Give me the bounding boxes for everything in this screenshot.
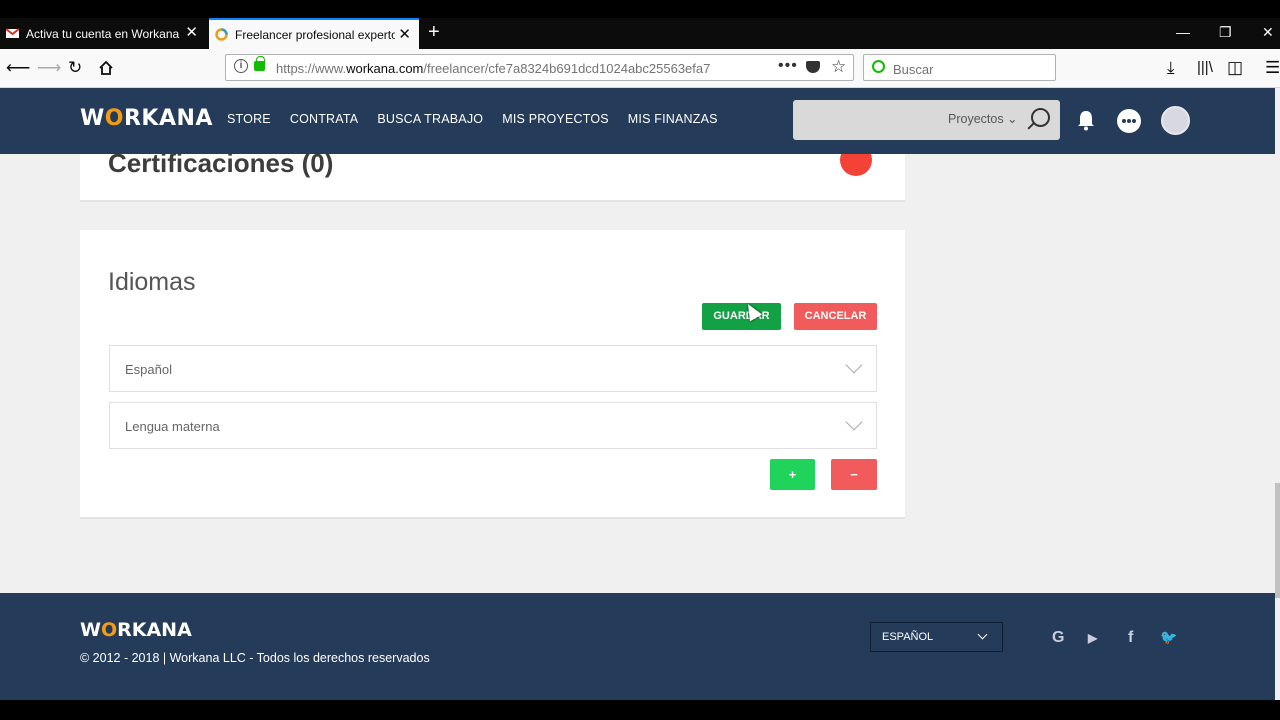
lock-icon[interactable] <box>254 56 265 71</box>
site-header: WORKANA STORE CONTRATA BUSCA TRABAJO MIS… <box>0 88 1275 154</box>
window-close-icon[interactable]: ✕ <box>1262 24 1274 41</box>
scrollbar-thumb[interactable] <box>1275 483 1280 598</box>
close-tab-icon[interactable]: ✕ <box>398 27 411 42</box>
workana-favicon-icon <box>215 28 228 41</box>
nav-mis-finanzas[interactable]: MIS FINANZAS <box>628 112 718 126</box>
nav-store[interactable]: STORE <box>227 112 271 126</box>
search-category-dropdown[interactable]: Proyectos ⌄ <box>948 111 1018 126</box>
url-bar[interactable]: i https://www.workana.com/freelancer/cfe… <box>225 54 854 81</box>
twitter-icon[interactable]: 🐦 <box>1160 629 1177 646</box>
page-actions-icon[interactable]: ••• <box>778 57 798 75</box>
facebook-icon[interactable]: f <box>1128 629 1133 647</box>
library-icon[interactable]: |||\ <box>1197 59 1213 76</box>
workana-logo[interactable]: WORKANA <box>80 106 213 131</box>
back-icon[interactable]: ⟵ <box>6 59 30 76</box>
languages-card: Idiomas GUARDAR CANCELAR Español Lengua … <box>80 230 905 519</box>
restore-icon[interactable]: ❐ <box>1219 24 1232 41</box>
language-value: Español <box>125 362 172 377</box>
footer-logo[interactable]: WORKANA <box>80 619 192 641</box>
sidebar-icon[interactable]: ◫ <box>1227 59 1243 76</box>
copyright-text: © 2012 - 2018 | Workana LLC - Todos los … <box>80 651 430 665</box>
search-input[interactable]: Buscar <box>863 54 1056 81</box>
footer-language-select[interactable]: ESPAÑOL <box>870 622 1003 652</box>
avatar[interactable] <box>1161 106 1190 135</box>
certifications-title: Certificaciones (0) <box>108 154 334 178</box>
edit-certifications-button[interactable] <box>840 154 872 176</box>
cancel-button[interactable]: CANCELAR <box>794 303 877 330</box>
screen: Activa tu cuenta en Workana ✕ Freelancer… <box>0 0 1280 720</box>
chevron-down-icon <box>977 629 988 640</box>
minimize-icon[interactable]: — <box>1176 24 1190 40</box>
workana-page: WORKANA STORE CONTRATA BUSCA TRABAJO MIS… <box>0 88 1280 700</box>
tab-label: Activa tu cuenta en Workana <box>26 26 180 41</box>
search-placeholder: Buscar <box>893 62 934 77</box>
google-icon[interactable]: G <box>1052 629 1064 647</box>
youtube-icon[interactable]: ▶ <box>1088 631 1097 645</box>
footer-language-value: ESPAÑOL <box>882 631 934 643</box>
level-select[interactable]: Lengua materna <box>109 402 877 449</box>
language-select[interactable]: Español <box>109 345 877 392</box>
tab-workana[interactable]: Freelancer profesional experto ✕ <box>209 18 419 49</box>
remove-language-button[interactable]: − <box>831 459 877 490</box>
menu-icon[interactable]: ☰ <box>1265 59 1280 76</box>
forward-icon[interactable]: ⟶ <box>37 59 61 76</box>
tab-gmail[interactable]: Activa tu cuenta en Workana ✕ <box>0 18 206 49</box>
reload-icon[interactable]: ↻ <box>68 59 82 76</box>
new-tab-button[interactable]: + <box>428 22 440 42</box>
nav-mis-proyectos[interactable]: MIS PROYECTOS <box>502 112 609 126</box>
search-icon <box>872 60 885 73</box>
chat-icon[interactable] <box>1117 109 1141 133</box>
chevron-down-icon <box>845 413 863 431</box>
site-search-input[interactable]: Proyectos ⌄ <box>793 100 1060 140</box>
search-icon[interactable] <box>1031 108 1050 127</box>
url-text: https://www.workana.com/freelancer/cfe7a… <box>276 61 711 76</box>
chevron-down-icon <box>845 356 863 374</box>
page-scrollbar[interactable] <box>1275 88 1280 700</box>
gmail-icon <box>6 28 19 38</box>
browser-toolbar: ⟵ ⟶ ↻ i https://www.workana.com/freelanc… <box>0 49 1280 88</box>
certifications-card: Certificaciones (0) <box>80 154 905 202</box>
nav-contrata[interactable]: CONTRATA <box>290 112 359 126</box>
downloads-icon[interactable]: ⤓ <box>1167 59 1175 76</box>
bookmark-star-icon[interactable]: ☆ <box>831 57 846 77</box>
info-icon[interactable]: i <box>234 59 248 73</box>
tab-label: Freelancer profesional experto <box>235 27 395 42</box>
close-tab-icon[interactable]: ✕ <box>185 25 198 40</box>
bell-icon[interactable] <box>1075 109 1097 131</box>
pocket-icon[interactable] <box>806 61 820 73</box>
add-language-button[interactable]: + <box>770 459 815 490</box>
browser-tab-strip: Activa tu cuenta en Workana ✕ Freelancer… <box>0 18 1280 49</box>
languages-title: Idiomas <box>108 268 196 296</box>
certifications-clip: Certificaciones (0) <box>80 154 905 200</box>
level-value: Lengua materna <box>125 419 220 434</box>
site-footer: WORKANA © 2012 - 2018 | Workana LLC - To… <box>0 593 1275 700</box>
home-icon[interactable] <box>98 60 114 76</box>
main-menu: STORE CONTRATA BUSCA TRABAJO MIS PROYECT… <box>227 112 718 126</box>
nav-busca-trabajo[interactable]: BUSCA TRABAJO <box>377 112 483 126</box>
